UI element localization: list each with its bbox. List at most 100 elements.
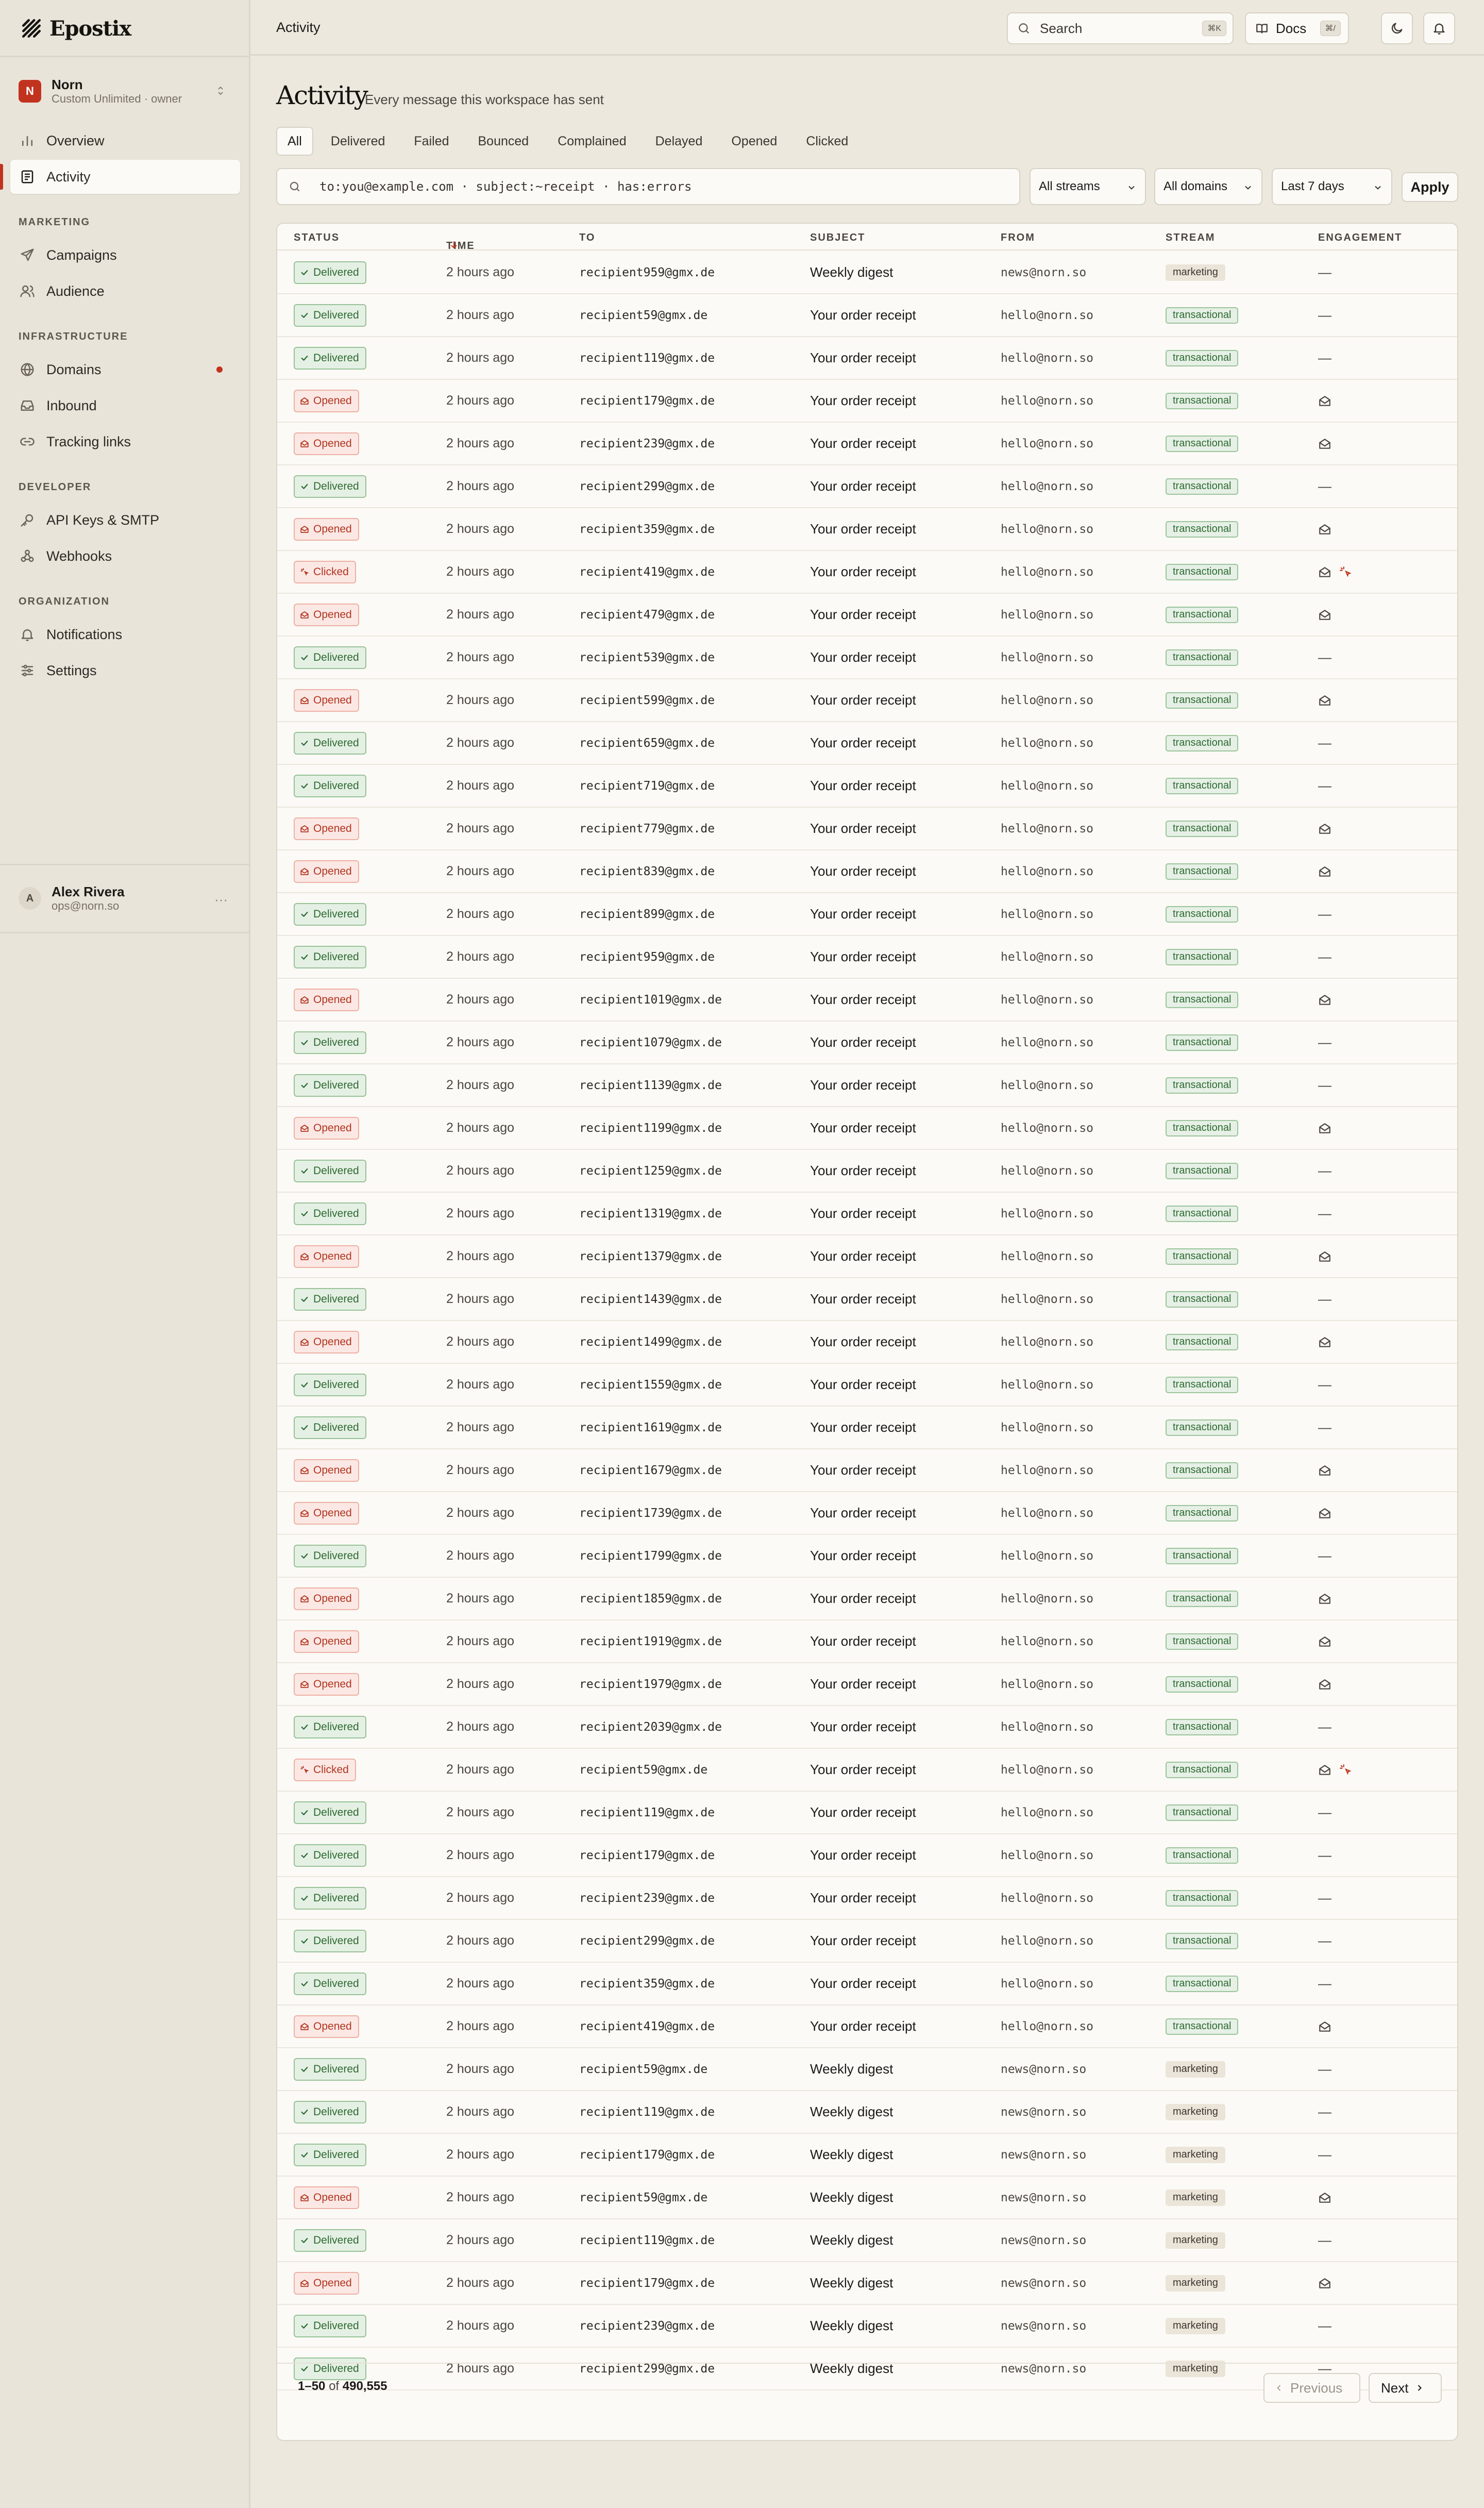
column-header-from[interactable]: FROM xyxy=(1001,232,1035,244)
tab-clicked[interactable]: Clicked xyxy=(795,127,859,156)
next-page-button[interactable]: Next xyxy=(1369,2373,1442,2403)
sidebar-item-webhooks[interactable]: Webhooks xyxy=(10,539,240,573)
table-row[interactable]: Delivered 2 hours ago recipient959@gmx.de W… xyxy=(277,252,1457,294)
table-row[interactable]: Opened 2 hours ago recipient179@gmx.de Your… xyxy=(277,380,1457,423)
table-row[interactable]: Delivered 2 hours ago recipient1139@gmx.de… xyxy=(277,1064,1457,1107)
user-menu[interactable]: A Alex Rivera ops@norn.so ··· xyxy=(19,880,232,916)
table-row[interactable]: Delivered 2 hours ago recipient539@gmx.de Y… xyxy=(277,637,1457,679)
sidebar-item-notifications[interactable]: Notifications xyxy=(10,617,240,651)
table-row[interactable]: Delivered 2 hours ago recipient299@gmx.de Y… xyxy=(277,1920,1457,1963)
tab-complained[interactable]: Complained xyxy=(546,127,637,156)
tab-failed[interactable]: Failed xyxy=(402,127,460,156)
workspace-switcher[interactable]: N Norn Custom Unlimited · owner xyxy=(19,77,232,105)
table-row[interactable]: Opened 2 hours ago recipient59@gmx.de Weekl… xyxy=(277,2177,1457,2219)
table-row[interactable]: Delivered 2 hours ago recipient959@gmx.de Y… xyxy=(277,936,1457,979)
table-row[interactable]: Delivered 2 hours ago recipient119@gmx.de Y… xyxy=(277,337,1457,380)
table-row[interactable]: Opened 2 hours ago recipient1019@gmx.de You… xyxy=(277,979,1457,1022)
table-row[interactable]: Delivered 2 hours ago recipient179@gmx.de W… xyxy=(277,2134,1457,2177)
recipient-cell: recipient179@gmx.de xyxy=(579,394,715,408)
stream-badge: transactional xyxy=(1166,478,1239,495)
status-label: Opened xyxy=(313,2277,352,2289)
table-row[interactable]: Clicked 2 hours ago recipient59@gmx.de Your… xyxy=(277,1749,1457,1792)
table-row[interactable]: Delivered 2 hours ago recipient59@gmx.de Yo… xyxy=(277,294,1457,337)
table-row[interactable]: Opened 2 hours ago recipient1859@gmx.de You… xyxy=(277,1578,1457,1620)
apply-button[interactable]: Apply xyxy=(1402,172,1458,202)
table-row[interactable]: Delivered 2 hours ago recipient59@gmx.de We… xyxy=(277,2048,1457,2091)
table-row[interactable]: Delivered 2 hours ago recipient119@gmx.de W… xyxy=(277,2091,1457,2134)
status-label: Delivered xyxy=(313,1977,359,1989)
tab-bounced[interactable]: Bounced xyxy=(467,127,541,156)
tab-delivered[interactable]: Delivered xyxy=(319,127,397,156)
sidebar-item-audience[interactable]: Audience xyxy=(10,274,240,308)
table-row[interactable]: Delivered 2 hours ago recipient1079@gmx.de… xyxy=(277,1022,1457,1064)
brand[interactable]: Epostix xyxy=(21,15,131,41)
sidebar-item-settings[interactable]: Settings xyxy=(10,654,240,688)
column-header-subject[interactable]: SUBJECT xyxy=(810,232,865,244)
domains-select[interactable]: All domains xyxy=(1154,168,1262,205)
column-header-stream[interactable]: STREAM xyxy=(1166,232,1215,244)
table-row[interactable]: Opened 2 hours ago recipient1739@gmx.de You… xyxy=(277,1492,1457,1535)
sidebar-item-domains[interactable]: Domains xyxy=(10,353,240,387)
sidebar-item-api-keys[interactable]: API Keys & SMTP xyxy=(10,503,240,537)
table-row[interactable]: Delivered 2 hours ago recipient119@gmx.de Y… xyxy=(277,1792,1457,1834)
table-row[interactable]: Delivered 2 hours ago recipient1319@gmx.de… xyxy=(277,1193,1457,1235)
column-header-engagement[interactable]: ENGAGEMENT xyxy=(1318,232,1402,244)
sidebar-item-campaigns[interactable]: Campaigns xyxy=(10,238,240,272)
table-row[interactable]: Delivered 2 hours ago recipient1259@gmx.de… xyxy=(277,1150,1457,1193)
table-row[interactable]: Opened 2 hours ago recipient599@gmx.de Your… xyxy=(277,679,1457,722)
status-badge: Delivered xyxy=(294,1031,366,1054)
table-row[interactable]: Delivered 2 hours ago recipient719@gmx.de Y… xyxy=(277,765,1457,808)
table-row[interactable]: Delivered 2 hours ago recipient239@gmx.de W… xyxy=(277,2305,1457,2348)
table-row[interactable]: Opened 2 hours ago recipient179@gmx.de Week… xyxy=(277,2262,1457,2305)
table-row[interactable]: Delivered 2 hours ago recipient239@gmx.de Y… xyxy=(277,1877,1457,1920)
sidebar-item-activity[interactable]: Activity xyxy=(0,160,240,194)
table-row[interactable]: Delivered 2 hours ago recipient119@gmx.de W… xyxy=(277,2219,1457,2262)
sidebar-item-inbound[interactable]: Inbound xyxy=(10,389,240,423)
subject-cell: Weekly digest xyxy=(810,2232,893,2248)
table-row[interactable]: Opened 2 hours ago recipient479@gmx.de Your… xyxy=(277,594,1457,637)
table-row[interactable]: Delivered 2 hours ago recipient179@gmx.de Y… xyxy=(277,1834,1457,1877)
table-row[interactable]: Delivered 2 hours ago recipient1619@gmx.de… xyxy=(277,1407,1457,1449)
column-header-status[interactable]: STATUS xyxy=(294,232,340,244)
docs-button[interactable]: Docs ⌘/ xyxy=(1245,12,1349,44)
tab-opened[interactable]: Opened xyxy=(720,127,788,156)
table-row[interactable]: Opened 2 hours ago recipient1679@gmx.de You… xyxy=(277,1449,1457,1492)
tab-all[interactable]: All xyxy=(276,127,313,156)
theme-toggle-button[interactable] xyxy=(1381,12,1413,44)
table-row[interactable]: Opened 2 hours ago recipient419@gmx.de Your… xyxy=(277,2005,1457,2048)
stream-badge: transactional xyxy=(1166,991,1239,1008)
table-row[interactable]: Delivered 2 hours ago recipient2039@gmx.de… xyxy=(277,1706,1457,1749)
table-row[interactable]: Opened 2 hours ago recipient839@gmx.de Your… xyxy=(277,850,1457,893)
streams-select[interactable]: All streams xyxy=(1030,168,1146,205)
status-label: Delivered xyxy=(313,2234,359,2246)
table-row[interactable]: Opened 2 hours ago recipient239@gmx.de Your… xyxy=(277,423,1457,465)
table-row[interactable]: Opened 2 hours ago recipient1499@gmx.de You… xyxy=(277,1321,1457,1364)
table-row[interactable]: Opened 2 hours ago recipient779@gmx.de Your… xyxy=(277,808,1457,850)
previous-page-button[interactable]: Previous xyxy=(1263,2373,1360,2403)
column-header-to[interactable]: TO xyxy=(579,232,595,244)
sidebar-item-tracking-links[interactable]: Tracking links xyxy=(10,425,240,459)
table-row[interactable]: Opened 2 hours ago recipient1919@gmx.de You… xyxy=(277,1620,1457,1663)
table-row[interactable]: Delivered 2 hours ago recipient899@gmx.de Y… xyxy=(277,893,1457,936)
engagement-cell xyxy=(1318,2005,1331,2047)
table-row[interactable]: Delivered 2 hours ago recipient1799@gmx.de… xyxy=(277,1535,1457,1578)
table-row[interactable]: Delivered 2 hours ago recipient659@gmx.de Y… xyxy=(277,722,1457,765)
mail-open-icon xyxy=(300,1252,309,1261)
table-row[interactable]: Delivered 2 hours ago recipient299@gmx.de Y… xyxy=(277,465,1457,508)
table-row[interactable]: Clicked 2 hours ago recipient419@gmx.de You… xyxy=(277,551,1457,594)
date-range-select[interactable]: Last 7 days xyxy=(1272,168,1392,205)
tab-delayed[interactable]: Delayed xyxy=(644,127,714,156)
notifications-button[interactable] xyxy=(1423,12,1455,44)
more-icon[interactable]: ··· xyxy=(214,892,228,908)
table-row[interactable]: Delivered 2 hours ago recipient1559@gmx.de… xyxy=(277,1364,1457,1407)
table-row[interactable]: Opened 2 hours ago recipient1379@gmx.de You… xyxy=(277,1235,1457,1278)
stream-cell: transactional xyxy=(1166,1877,1239,1919)
table-row[interactable]: Delivered 2 hours ago recipient359@gmx.de Y… xyxy=(277,1963,1457,2005)
table-row[interactable]: Opened 2 hours ago recipient1979@gmx.de You… xyxy=(277,1663,1457,1706)
search-input[interactable]: Search ⌘K xyxy=(1007,12,1234,44)
table-row[interactable]: Opened 2 hours ago recipient1199@gmx.de You… xyxy=(277,1107,1457,1150)
table-row[interactable]: Opened 2 hours ago recipient359@gmx.de Your… xyxy=(277,508,1457,551)
table-row[interactable]: Delivered 2 hours ago recipient1439@gmx.de… xyxy=(277,1278,1457,1321)
sidebar-item-overview[interactable]: Overview xyxy=(10,124,240,158)
filter-query-input[interactable]: to:you@example.com · subject:~receipt · … xyxy=(276,168,1020,205)
